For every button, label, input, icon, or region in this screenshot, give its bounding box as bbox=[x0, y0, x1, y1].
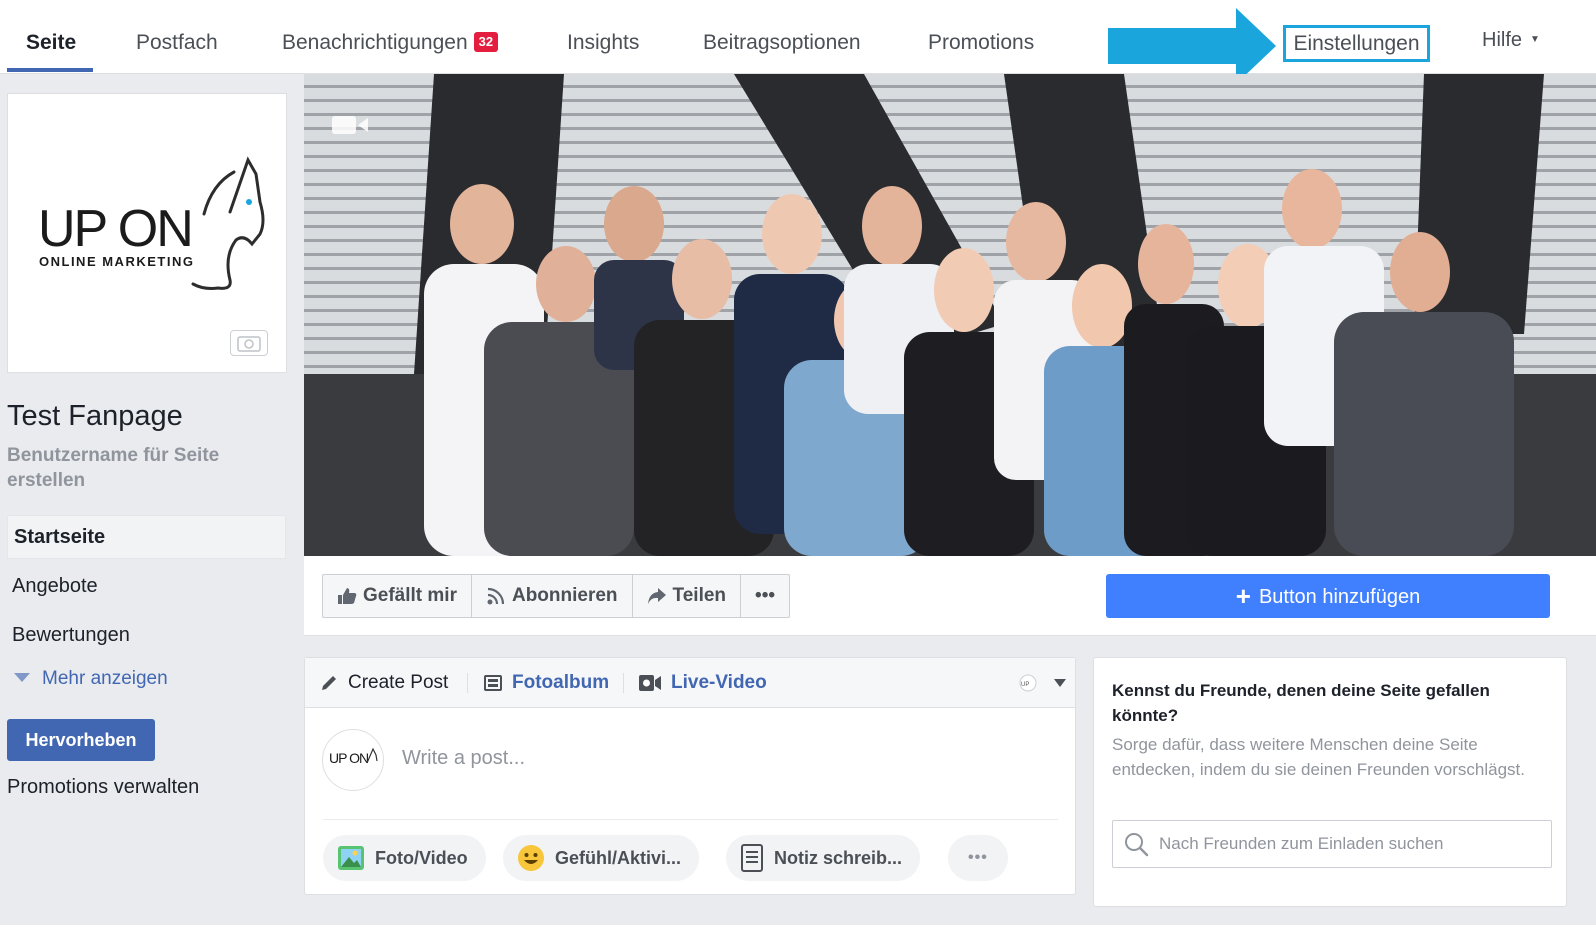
help-label: Hilfe bbox=[1482, 29, 1523, 51]
invite-title: Kennst du Freunde, denen deine Seite gef… bbox=[1112, 681, 1490, 725]
manage-promotions-link[interactable]: Promotions verwalten bbox=[7, 776, 199, 799]
svg-text:UP ON: UP ON bbox=[329, 750, 368, 766]
more-actions-button[interactable]: ••• bbox=[741, 575, 789, 617]
invite-search-field[interactable] bbox=[1112, 820, 1552, 868]
arrow-right-icon bbox=[1108, 8, 1276, 84]
tab-beitragsoptionen[interactable]: Beitragsoptionen bbox=[703, 0, 861, 74]
create-username-link[interactable]: Benutzername für Seite erstellen bbox=[7, 443, 287, 493]
add-button-cta[interactable]: + Button hinzufügen bbox=[1106, 574, 1550, 618]
post-composer: Create Post Fotoalbum Live-Video UP UP O… bbox=[304, 657, 1076, 895]
sidebar-item-startseite[interactable]: Startseite bbox=[7, 515, 286, 559]
tab-einstellungen[interactable]: Einstellungen bbox=[1283, 25, 1430, 62]
more-composer-options-button[interactable]: ••• bbox=[948, 835, 1008, 881]
invite-search-input[interactable] bbox=[1159, 834, 1549, 854]
logo-sub-text: ONLINE MARKETING bbox=[39, 254, 194, 269]
composer-tabs: Create Post Fotoalbum Live-Video UP bbox=[305, 658, 1075, 708]
sidebar-item-angebote[interactable]: Angebote bbox=[12, 575, 291, 598]
cover-photo[interactable] bbox=[304, 74, 1596, 556]
like-button[interactable]: Gefällt mir bbox=[323, 575, 472, 617]
feeling-activity-label: Gefühl/Aktivi... bbox=[555, 847, 682, 868]
write-post-input[interactable]: Write a post... bbox=[402, 747, 525, 770]
tab-live-video-label: Live-Video bbox=[671, 672, 767, 693]
write-note-button[interactable]: Notiz schreib... bbox=[726, 835, 921, 881]
composer-divider bbox=[323, 819, 1058, 820]
chevron-down-icon bbox=[1054, 679, 1066, 687]
tab-fotoalbum[interactable]: Fotoalbum bbox=[483, 658, 609, 708]
page-avatar-small-icon: UP bbox=[1019, 674, 1037, 692]
promote-button[interactable]: Hervorheben bbox=[7, 719, 155, 761]
invite-description: Sorge dafür, dass weitere Menschen deine… bbox=[1112, 735, 1525, 779]
share-label: Teilen bbox=[672, 585, 727, 606]
photo-video-button[interactable]: Foto/Video bbox=[323, 835, 486, 881]
show-more-link[interactable]: Mehr anzeigen bbox=[14, 668, 168, 690]
team-photo bbox=[304, 74, 1596, 556]
feeling-activity-button[interactable]: Gefühl/Aktivi... bbox=[503, 835, 700, 881]
tab-promotions[interactable]: Promotions bbox=[928, 0, 1034, 74]
smiley-icon bbox=[518, 845, 544, 871]
rss-icon bbox=[487, 587, 505, 605]
add-button-label: Button hinzufügen bbox=[1258, 586, 1421, 608]
triangle-down-icon bbox=[14, 673, 30, 682]
follow-label: Abonnieren bbox=[511, 585, 618, 606]
write-note-label: Notiz schreib... bbox=[774, 847, 903, 868]
show-more-label: Mehr anzeigen bbox=[42, 668, 168, 689]
photo-video-label: Foto/Video bbox=[375, 847, 468, 868]
tab-seite[interactable]: Seite bbox=[26, 0, 76, 74]
tab-create-post[interactable]: Create Post bbox=[319, 658, 448, 708]
change-photo-camera-icon[interactable] bbox=[230, 330, 268, 356]
plus-icon: + bbox=[1235, 581, 1251, 611]
profile-picture[interactable]: UP ON ONLINE MARKETING bbox=[7, 93, 287, 373]
page-actions-group: Gefällt mir Abonnieren Teilen ••• bbox=[322, 574, 791, 618]
caret-down-icon: ▼ bbox=[1530, 34, 1540, 45]
notification-count-badge: 32 bbox=[473, 32, 499, 52]
more-dots-icon: ••• bbox=[755, 585, 776, 606]
post-as-selector[interactable]: UP bbox=[1017, 674, 1067, 692]
video-camera-icon[interactable] bbox=[330, 112, 370, 138]
sidebar-item-bewertungen[interactable]: Bewertungen bbox=[12, 624, 291, 647]
tab-divider bbox=[467, 673, 468, 693]
thumbs-up-icon bbox=[338, 588, 357, 604]
tab-divider bbox=[623, 673, 624, 693]
album-icon bbox=[484, 675, 502, 691]
help-menu[interactable]: Hilfe ▼ bbox=[1482, 29, 1540, 52]
logo-main-text: UP ON bbox=[38, 200, 192, 258]
share-button[interactable]: Teilen bbox=[633, 575, 742, 617]
tab-fotoalbum-label: Fotoalbum bbox=[512, 672, 610, 693]
active-tab-underline bbox=[7, 68, 93, 72]
video-icon bbox=[639, 675, 661, 691]
tab-benachrichtigungen[interactable]: Benachrichtigungen 32 bbox=[282, 0, 499, 74]
tab-benachrichtigungen-label: Benachrichtigungen bbox=[282, 31, 468, 54]
search-icon bbox=[1125, 833, 1149, 857]
note-icon bbox=[741, 844, 763, 872]
tab-insights[interactable]: Insights bbox=[567, 0, 639, 74]
svg-text:UP: UP bbox=[1021, 682, 1029, 688]
tab-live-video[interactable]: Live-Video bbox=[638, 658, 767, 708]
share-arrow-icon bbox=[647, 588, 666, 604]
page-top-nav: Seite Postfach Benachrichtigungen 32 Insi… bbox=[0, 0, 1596, 84]
tab-create-post-label: Create Post bbox=[348, 672, 449, 693]
follow-button[interactable]: Abonnieren bbox=[472, 575, 633, 617]
like-label: Gefällt mir bbox=[363, 585, 457, 606]
tab-postfach[interactable]: Postfach bbox=[136, 0, 218, 74]
page-title[interactable]: Test Fanpage bbox=[7, 400, 183, 433]
page-avatar: UP ON bbox=[322, 729, 384, 791]
upon-logo-small: UP ON bbox=[329, 747, 378, 766]
pencil-icon bbox=[322, 676, 336, 690]
photo-icon bbox=[338, 846, 364, 870]
invite-friends-panel: Kennst du Freunde, denen deine Seite gef… bbox=[1093, 657, 1567, 907]
page-action-bar: Gefällt mir Abonnieren Teilen ••• + Butto… bbox=[304, 556, 1596, 636]
more-icon: ••• bbox=[968, 849, 988, 866]
